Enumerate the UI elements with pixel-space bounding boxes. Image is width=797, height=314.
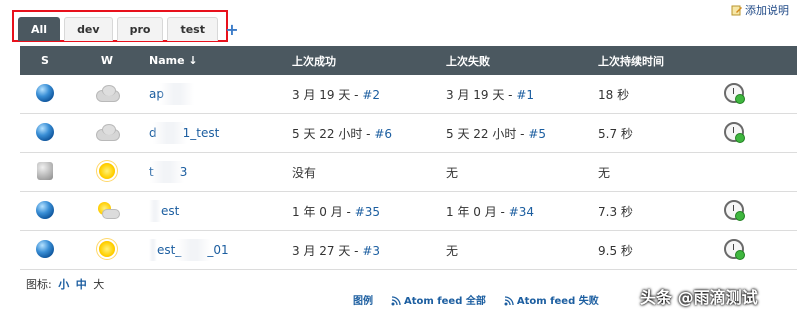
icon-size-medium[interactable]: 中 — [76, 278, 87, 291]
last-success-build-link[interactable]: #3 — [362, 244, 380, 258]
status-blue-icon — [36, 200, 54, 219]
last-success-text: 3 月 27 天 - — [292, 243, 363, 258]
icon-size-selector: 图标: 小 中 大 — [26, 276, 104, 292]
last-success-build-link[interactable]: #35 — [355, 205, 380, 219]
weather-sunny-icon — [99, 240, 115, 257]
last-success-text: 没有 — [292, 152, 446, 192]
status-disabled-icon — [37, 161, 53, 180]
header-weather[interactable]: W — [70, 46, 144, 75]
weather-cloudy-icon — [94, 123, 120, 141]
last-success-text: 3 月 19 天 - — [292, 87, 363, 102]
schedule-build-icon[interactable] — [724, 199, 745, 221]
job-name-link[interactable]: est — [149, 200, 179, 222]
schedule-build-icon[interactable] — [724, 82, 745, 104]
schedule-build-icon[interactable] — [724, 238, 745, 260]
last-failure-build-link[interactable]: #1 — [516, 88, 534, 102]
last-duration: 无 — [598, 152, 724, 192]
header-last-duration[interactable]: 上次持续时间 — [598, 46, 724, 75]
last-duration: 18 秒 — [598, 75, 724, 114]
tab-all[interactable]: All — [18, 17, 61, 41]
last-success-build-link[interactable]: #2 — [362, 88, 380, 102]
last-duration: 7.3 秒 — [598, 191, 724, 231]
last-success-build-link[interactable]: #6 — [374, 127, 392, 141]
weather-sunny-icon — [99, 162, 115, 179]
rss-icon — [504, 296, 514, 306]
job-name-link[interactable]: est_ _01 — [149, 239, 229, 261]
add-view-button[interactable]: + — [222, 17, 242, 41]
tab-dev[interactable]: dev — [64, 17, 113, 41]
header-last-success[interactable]: 上次成功 — [292, 46, 446, 75]
last-failure-text: 无 — [446, 230, 598, 270]
edit-icon — [731, 4, 743, 16]
header-status[interactable]: S — [20, 46, 70, 75]
table-row: t3 没有 无 无 — [20, 152, 797, 192]
table-row: d1_test 5 天 22 小时 - #6 5 天 22 小时 - #5 5.… — [20, 113, 797, 153]
last-duration: 5.7 秒 — [598, 113, 724, 153]
last-failure-text: 无 — [446, 152, 598, 192]
add-description-label: 添加说明 — [745, 4, 789, 17]
job-name-link[interactable]: t3 — [149, 161, 187, 183]
table-row: est 1 年 0 月 - #35 1 年 0 月 - #34 7.3 秒 — [20, 191, 797, 231]
job-table: S W Name ↓ 上次成功 上次失败 上次持续时间 ap 3 月 19 天 … — [20, 46, 797, 270]
icon-size-large: 大 — [93, 278, 105, 291]
view-tabs: All dev pro test + — [18, 17, 242, 41]
tab-test[interactable]: test — [167, 17, 218, 41]
last-failure-text: 3 月 19 天 - — [446, 87, 517, 102]
status-blue-icon — [36, 239, 54, 258]
atom-feed-all-link[interactable]: Atom feed 全部 — [391, 292, 486, 307]
job-name-link[interactable]: d1_test — [149, 122, 219, 144]
last-failure-text: 1 年 0 月 - — [446, 204, 509, 219]
header-name[interactable]: Name ↓ — [144, 46, 292, 75]
table-row: ap 3 月 19 天 - #2 3 月 19 天 - #1 18 秒 — [20, 75, 797, 114]
header-last-failure[interactable]: 上次失败 — [446, 46, 598, 75]
table-header: S W Name ↓ 上次成功 上次失败 上次持续时间 — [20, 46, 797, 75]
last-success-text: 1 年 0 月 - — [292, 204, 355, 219]
last-duration: 9.5 秒 — [598, 230, 724, 270]
watermark: 头条 @雨滴测试 — [640, 288, 758, 307]
weather-cloudy-icon — [94, 84, 120, 102]
tab-pro[interactable]: pro — [116, 17, 164, 41]
icon-size-small[interactable]: 小 — [58, 278, 69, 291]
feed-links: 图例 Atom feed 全部 Atom feed 失败 — [353, 292, 599, 307]
header-action — [724, 46, 797, 75]
legend-link[interactable]: 图例 — [353, 292, 373, 307]
schedule-build-icon[interactable] — [724, 121, 745, 143]
last-failure-build-link[interactable]: #34 — [509, 205, 534, 219]
rss-icon — [391, 296, 401, 306]
last-success-text: 5 天 22 小时 - — [292, 126, 375, 141]
weather-partly-cloudy-icon — [94, 201, 120, 219]
view-tabs-highlight: All dev pro test + — [12, 10, 239, 42]
add-description-link[interactable]: 添加说明 — [731, 2, 789, 18]
last-failure-text: 5 天 22 小时 - — [446, 126, 529, 141]
status-blue-icon — [36, 122, 54, 141]
table-row: est_ _01 3 月 27 天 - #3 无 9.5 秒 — [20, 230, 797, 270]
atom-feed-failure-link[interactable]: Atom feed 失败 — [504, 292, 599, 307]
last-failure-build-link[interactable]: #5 — [528, 127, 546, 141]
status-blue-icon — [36, 83, 54, 102]
icon-size-label: 图标: — [26, 278, 52, 291]
job-name-link[interactable]: ap — [149, 83, 194, 105]
